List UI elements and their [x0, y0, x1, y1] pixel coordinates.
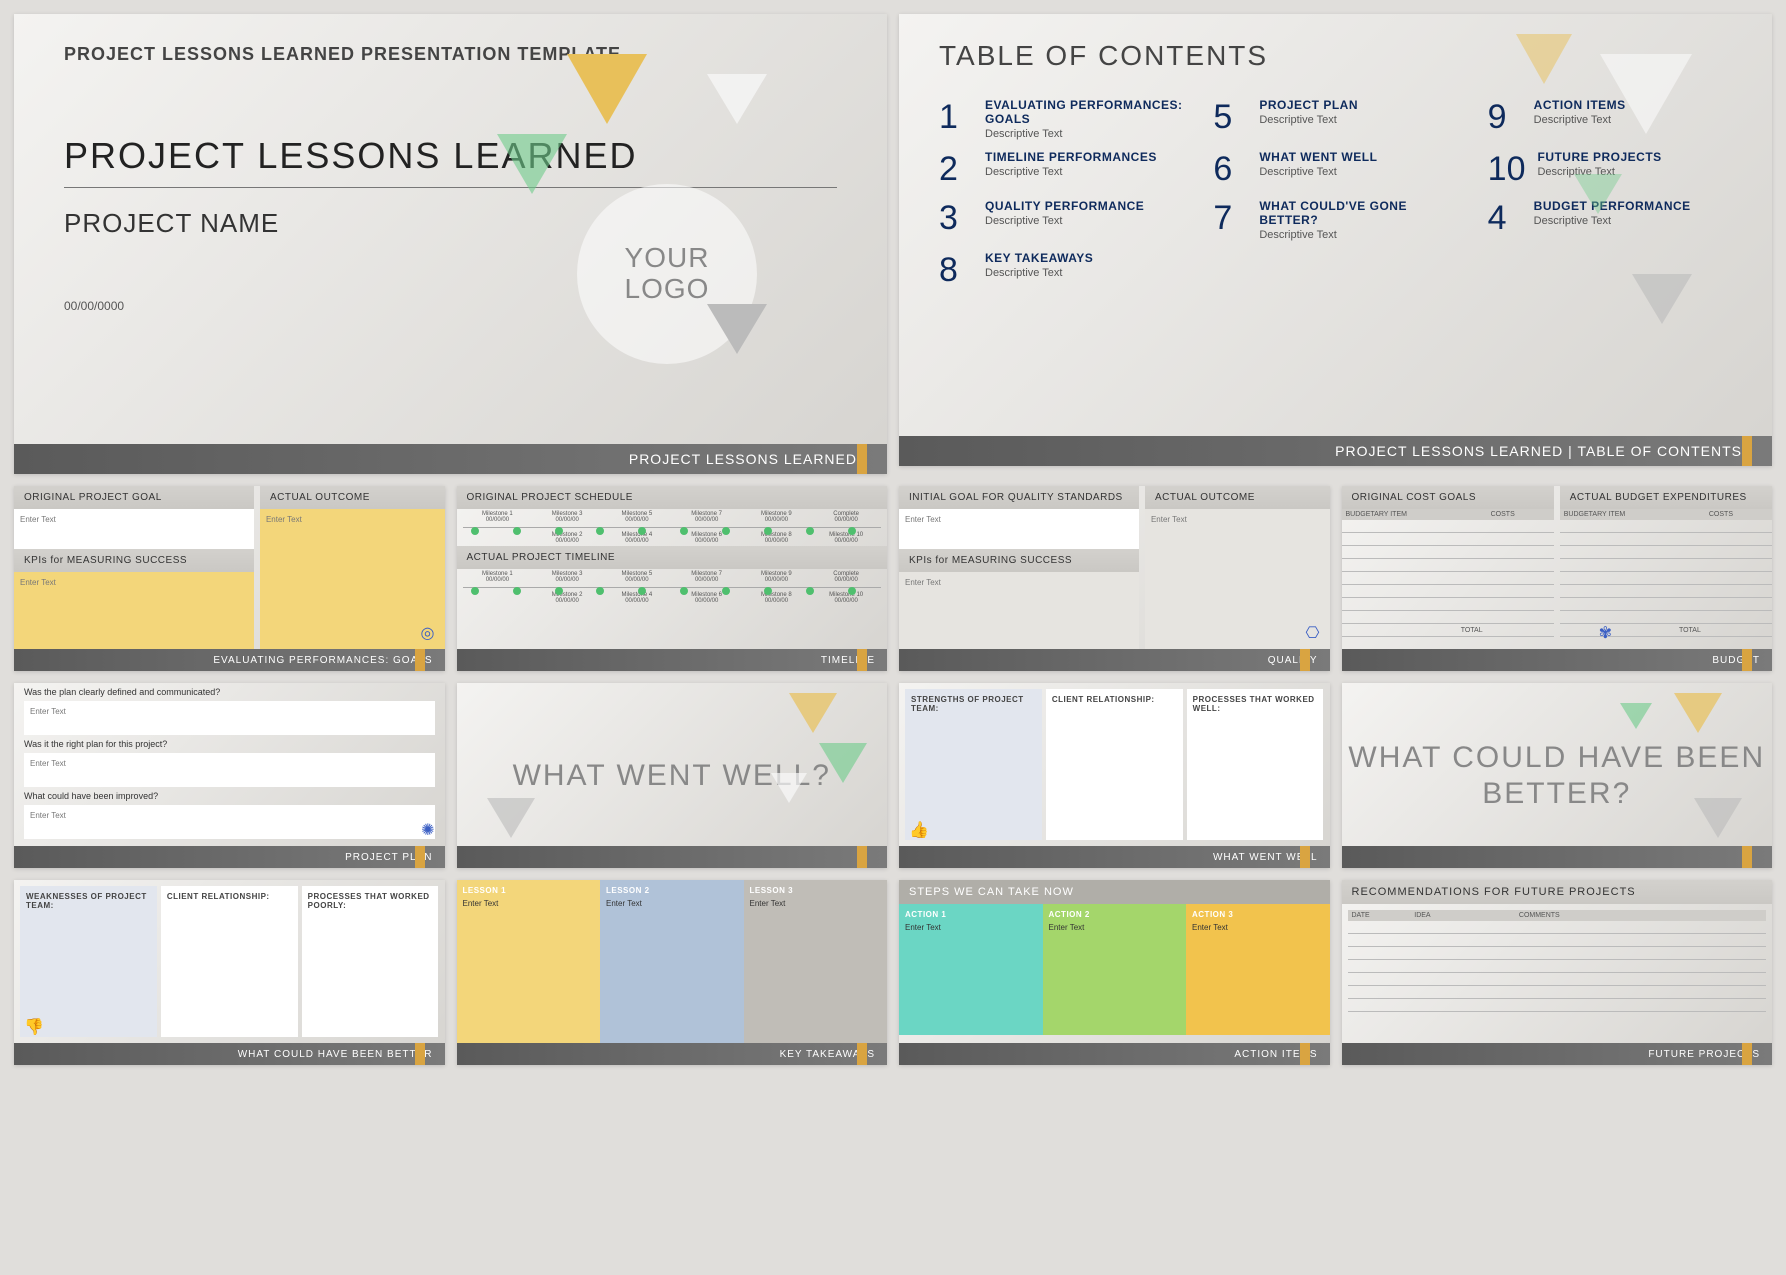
slide-footer: ACTION ITEMS [899, 1043, 1330, 1065]
toc-item: 1EVALUATING PERFORMANCES: GOALSDescripti… [939, 98, 1183, 140]
toc-item: 3QUALITY PERFORMANCEDescriptive Text [939, 199, 1183, 241]
slide-footer: TIMELINE [457, 649, 888, 671]
actual-budget-table: BUDGETARY ITEMCOSTSTOTAL [1560, 509, 1772, 637]
slide-weaknesses: WEAKNESSES OF PROJECT TEAM: CLIENT RELAT… [14, 880, 445, 1065]
slide-section-well: WHAT WENT WELL? [457, 683, 888, 868]
toc-item: 8KEY TAKEAWAYSDescriptive Text [939, 251, 1183, 290]
slide-footer: QUALITY [899, 649, 1330, 671]
slide-grid: PROJECT LESSONS LEARNED PRESENTATION TEM… [0, 0, 1786, 1079]
main-title: PROJECT LESSONS LEARNED [64, 135, 837, 177]
slide-footer: WHAT WENT WELL [899, 846, 1330, 868]
slide-title: PROJECT LESSONS LEARNED PRESENTATION TEM… [14, 14, 887, 474]
slide-future: RECOMMENDATIONS FOR FUTURE PROJECTS DATE… [1342, 880, 1773, 1065]
toc-item: 2TIMELINE PERFORMANCESDescriptive Text [939, 150, 1183, 189]
slide-toc: TABLE OF CONTENTS 1EVALUATING PERFORMANC… [899, 14, 1772, 466]
template-header: PROJECT LESSONS LEARNED PRESENTATION TEM… [64, 44, 837, 65]
slide-footer: PROJECT LESSONS LEARNED [14, 444, 887, 474]
target-icon: ◎ [421, 623, 435, 643]
slide-footer: PROJECT PLAN [14, 846, 445, 868]
slide-footer: FUTURE PROJECTS [1342, 1043, 1773, 1065]
slide-footer: EVALUATING PERFORMANCES: GOALS [14, 649, 445, 671]
thumbs-down-icon: 👎 [24, 1017, 44, 1037]
recommendations-table: DATEIDEACOMMENTS [1348, 910, 1767, 1012]
title-rule [64, 187, 837, 188]
slide-budget: ORIGINAL COST GOALS BUDGETARY ITEMCOSTST… [1342, 486, 1773, 671]
slide-footer: PROJECT LESSONS LEARNED | TABLE OF CONTE… [899, 436, 1772, 466]
toc-item: 7WHAT COULD'VE GONE BETTER?Descriptive T… [1213, 199, 1457, 241]
slide-goals: ORIGINAL PROJECT GOAL Enter Text KPIs fo… [14, 486, 445, 671]
slide-lessons: LESSON 1Enter Text LESSON 2Enter Text LE… [457, 880, 888, 1065]
slide-section-better: WHAT COULD HAVE BEEN BETTER? [1342, 683, 1773, 868]
toc-item: 6WHAT WENT WELLDescriptive Text [1213, 150, 1457, 189]
thumbs-up-icon: 👍 [909, 820, 929, 840]
slide-footer: WHAT COULD HAVE BEEN BETTER [14, 1043, 445, 1065]
lightbulb-icon: ✺ [421, 820, 434, 840]
slide-strengths: STRENGTHS OF PROJECT TEAM: CLIENT RELATI… [899, 683, 1330, 868]
slide-footer: KEY TAKEAWAYS [457, 1043, 888, 1065]
slide-timeline: ORIGINAL PROJECT SCHEDULE Milestone 1Mil… [457, 486, 888, 671]
slide-footer [457, 846, 888, 868]
slide-footer: BUDGET [1342, 649, 1773, 671]
cost-goals-table: BUDGETARY ITEMCOSTSTOTAL [1342, 509, 1554, 637]
sprout-icon: ✾ [1599, 623, 1612, 643]
balloon-icon: ⎔ [1306, 623, 1320, 643]
toc-item: 5PROJECT PLANDescriptive Text [1213, 98, 1457, 140]
slide-footer [1342, 846, 1773, 868]
slide-project-plan: Was the plan clearly defined and communi… [14, 683, 445, 868]
slide-action-items: STEPS WE CAN TAKE NOW ACTION 1Enter Text… [899, 880, 1330, 1065]
slide-quality: INITIAL GOAL FOR QUALITY STANDARDS Enter… [899, 486, 1330, 671]
